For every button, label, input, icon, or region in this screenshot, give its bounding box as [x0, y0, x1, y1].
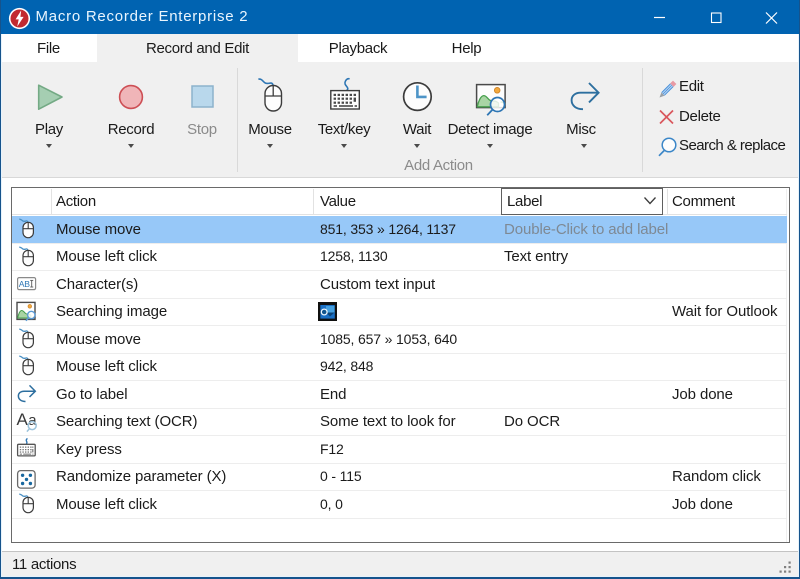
svg-text:AB: AB [19, 279, 30, 289]
